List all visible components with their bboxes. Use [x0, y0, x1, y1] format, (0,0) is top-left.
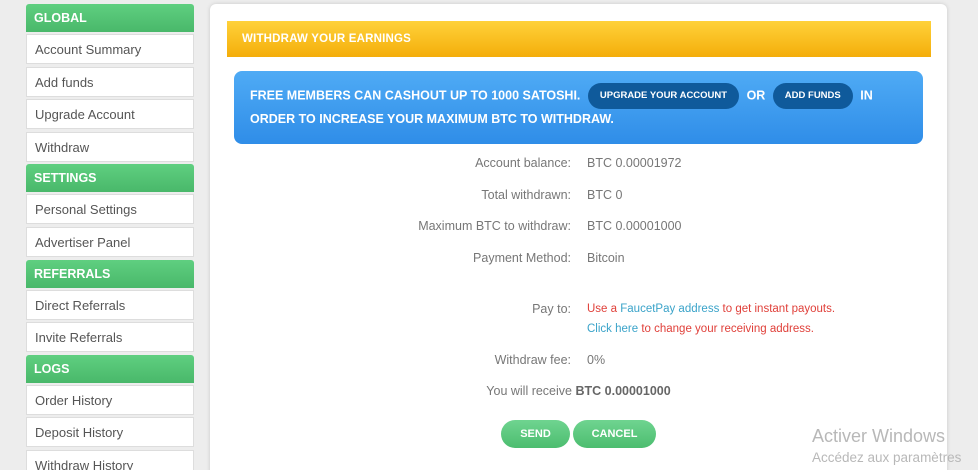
total-withdrawn-value: BTC 0: [587, 188, 623, 202]
add-funds-button[interactable]: ADD FUNDS: [772, 83, 853, 109]
panel-title: WITHDRAW YOUR EARNINGS: [227, 21, 931, 57]
max-withdraw-value: BTC 0.00001000: [587, 219, 682, 233]
sidebar-item-order-history[interactable]: Order History: [26, 384, 194, 415]
click-here-link[interactable]: Click here: [587, 323, 638, 335]
sidebar-item-add-funds[interactable]: Add funds: [26, 66, 194, 97]
max-withdraw-label: Maximum BTC to withdraw:: [418, 219, 571, 233]
pay-to-line1-b: to get instant payouts.: [719, 303, 836, 315]
sidebar-item-personal-settings[interactable]: Personal Settings: [26, 194, 194, 225]
receive-value: BTC 0.00001000: [575, 384, 671, 398]
notice-box: FREE MEMBERS CAN CASHOUT UP TO 1000 SATO…: [234, 71, 923, 144]
send-button[interactable]: SEND: [501, 420, 570, 448]
receive-text: You will receive: [486, 384, 572, 398]
cancel-button[interactable]: CANCEL: [573, 420, 656, 448]
section-header-referrals: REFERRALS: [26, 259, 194, 288]
sidebar-item-direct-referrals[interactable]: Direct Referrals: [26, 289, 194, 320]
upgrade-account-button[interactable]: UPGRADE YOUR ACCOUNT: [587, 83, 740, 109]
withdraw-fee-label: Withdraw fee:: [494, 353, 571, 367]
sidebar-item-withdraw[interactable]: Withdraw: [26, 131, 194, 162]
receive-summary: You will receive BTC 0.00001000: [210, 384, 947, 398]
section-header-settings: SETTINGS: [26, 164, 194, 193]
sidebar-item-advertiser-panel[interactable]: Advertiser Panel: [26, 226, 194, 257]
total-withdrawn-label: Total withdrawn:: [481, 188, 571, 202]
windows-activation-title: Activer Windows: [812, 426, 946, 446]
windows-activation-subtitle: Accédez aux paramètres: [812, 450, 962, 465]
section-header-global: GLOBAL: [26, 4, 194, 32]
sidebar: GLOBAL Account Summary Add funds Upgrade…: [26, 4, 194, 470]
payment-method-value: Bitcoin: [587, 251, 625, 265]
pay-to-line2: Click here to change your receiving addr…: [587, 323, 814, 335]
sidebar-item-invite-referrals[interactable]: Invite Referrals: [26, 322, 194, 353]
withdraw-panel: WITHDRAW YOUR EARNINGS FREE MEMBERS CAN …: [210, 4, 947, 470]
pay-to-line2-b: to change your receiving address.: [638, 323, 814, 335]
sidebar-item-account-summary[interactable]: Account Summary: [26, 34, 194, 64]
section-header-logs: LOGS: [26, 354, 194, 383]
withdraw-fee-value: 0%: [587, 353, 606, 367]
sidebar-item-deposit-history[interactable]: Deposit History: [26, 417, 194, 448]
notice-text-line2: ORDER TO INCREASE YOUR MAXIMUM BTC TO WI…: [250, 112, 614, 126]
notice-text: FREE MEMBERS CAN CASHOUT UP TO 1000 SATO…: [250, 88, 581, 103]
pay-to-label: Pay to:: [532, 302, 571, 316]
faucetpay-link[interactable]: FaucetPay address: [620, 303, 719, 315]
notice-or: OR: [746, 88, 766, 103]
sidebar-item-withdraw-history[interactable]: Withdraw History: [26, 449, 194, 470]
account-balance-value: BTC 0.00001972: [587, 156, 682, 170]
pay-to-line1-a: Use a: [587, 303, 621, 315]
pay-to-line1: Use a FaucetPay address to get instant p…: [587, 303, 835, 315]
payment-method-label: Payment Method:: [473, 251, 571, 265]
account-balance-label: Account balance:: [475, 156, 571, 170]
notice-in: IN: [860, 88, 873, 103]
sidebar-item-upgrade-account[interactable]: Upgrade Account: [26, 99, 194, 130]
